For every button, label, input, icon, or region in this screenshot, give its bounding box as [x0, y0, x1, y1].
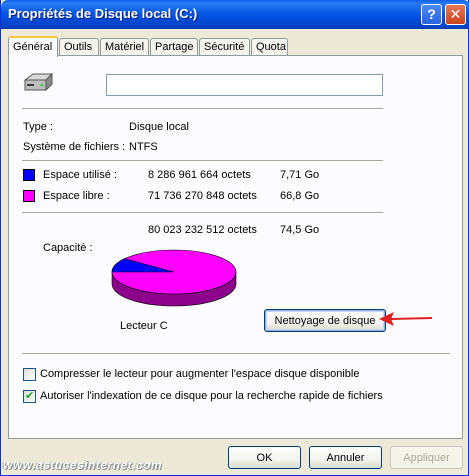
hard-drive-icon	[23, 72, 54, 92]
type-value: Disque local	[129, 121, 189, 133]
watermark-text: www.astucesinternet.com	[3, 458, 163, 472]
compress-label[interactable]: Compresser le lecteur pour augmenter l'e…	[40, 368, 359, 380]
tab-partage[interactable]: Partage	[150, 38, 198, 56]
used-space-gb: 7,71 Go	[280, 169, 320, 181]
properties-window: Propriétés de Disque local (C:) ? ✕ Géné…	[0, 0, 469, 476]
disk-usage-pie	[111, 249, 237, 307]
disk-cleanup-button[interactable]: Nettoyage de disque	[264, 309, 386, 332]
window-title: Propriétés de Disque local (C:)	[8, 6, 198, 21]
tab-quota[interactable]: Quota	[251, 38, 288, 56]
tab-securite[interactable]: Sécurité	[199, 38, 250, 56]
general-panel: Type : Disque local Système de fichiers …	[8, 55, 463, 439]
close-button[interactable]: ✕	[445, 4, 466, 25]
separator	[22, 108, 383, 110]
index-label[interactable]: Autoriser l'indexation de ce disque pour…	[40, 390, 383, 402]
drive-letter-label: Lecteur C	[120, 320, 168, 332]
apply-button[interactable]: Appliquer	[390, 446, 463, 469]
compress-checkbox[interactable]	[23, 368, 36, 381]
separator	[22, 353, 450, 355]
used-space-label: Espace utilisé :	[43, 169, 117, 181]
free-space-gb: 66,8 Go	[280, 190, 320, 202]
tab-outils[interactable]: Outils	[59, 38, 99, 56]
drive-name-input[interactable]	[106, 74, 383, 96]
checkmark-icon: ✔	[25, 390, 35, 402]
cancel-button[interactable]: Annuler	[309, 446, 382, 469]
separator	[22, 212, 383, 214]
free-space-bytes: 71 736 270 848 octets	[148, 190, 257, 202]
capacity-label: Capacité :	[43, 242, 93, 254]
free-space-swatch	[23, 190, 35, 202]
ok-button[interactable]: OK	[228, 446, 301, 469]
red-arrow-icon	[379, 312, 433, 326]
used-space-bytes: 8 286 961 664 octets	[148, 169, 251, 181]
index-checkbox[interactable]: ✔	[23, 390, 36, 403]
filesystem-value: NTFS	[129, 141, 158, 153]
type-label: Type :	[23, 121, 53, 133]
tab-materiel[interactable]: Matériel	[100, 38, 149, 56]
capacity-gb: 74,5 Go	[280, 224, 320, 236]
separator	[22, 160, 383, 162]
free-space-label: Espace libre :	[43, 190, 110, 202]
title-bar[interactable]: Propriétés de Disque local (C:) ? ✕	[1, 0, 469, 29]
capacity-bytes: 80 023 232 512 octets	[148, 224, 257, 236]
help-button[interactable]: ?	[421, 4, 442, 25]
used-space-swatch	[23, 169, 35, 181]
filesystem-label: Système de fichiers :	[23, 141, 126, 153]
tab-general[interactable]: Général	[8, 36, 58, 57]
